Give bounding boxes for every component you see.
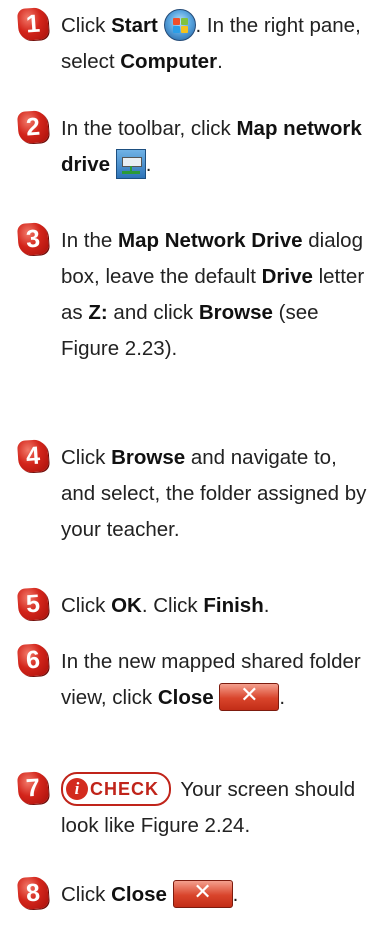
step-text: In the Map Network Drive dialog box, lea… bbox=[61, 229, 365, 360]
step-text: In the new mapped shared folder view, cl… bbox=[61, 650, 361, 711]
step-number-badge: 5 bbox=[16, 586, 50, 622]
step-number-badge: 6 bbox=[16, 642, 50, 678]
windows-start-orb-icon bbox=[163, 8, 196, 41]
step-number-badge: 7 bbox=[16, 770, 50, 806]
step-text: Click Close ✕. bbox=[61, 879, 239, 908]
map-network-drive-icon bbox=[115, 148, 146, 179]
close-button-icon: ✕ bbox=[172, 879, 233, 908]
step-number-badge: 8 bbox=[16, 875, 50, 911]
close-button-icon: ✕ bbox=[219, 682, 280, 711]
step-number-badge: 4 bbox=[16, 438, 50, 474]
step-text: In the toolbar, click Map network drive … bbox=[61, 111, 369, 183]
step-text: i CHECK Your screen should look like Figu… bbox=[61, 771, 369, 844]
step-text: Click Start . In the right pane, select … bbox=[61, 8, 369, 80]
step-number-badge: 2 bbox=[16, 109, 50, 145]
check-badge-icon: i CHECK bbox=[61, 771, 172, 806]
step-number-badge: 1 bbox=[16, 6, 50, 42]
step-number-badge: 3 bbox=[16, 221, 50, 257]
step-text: Click Browse and navigate to, and select… bbox=[61, 446, 367, 541]
step-text: Click OK. Click Finish. bbox=[61, 594, 270, 617]
